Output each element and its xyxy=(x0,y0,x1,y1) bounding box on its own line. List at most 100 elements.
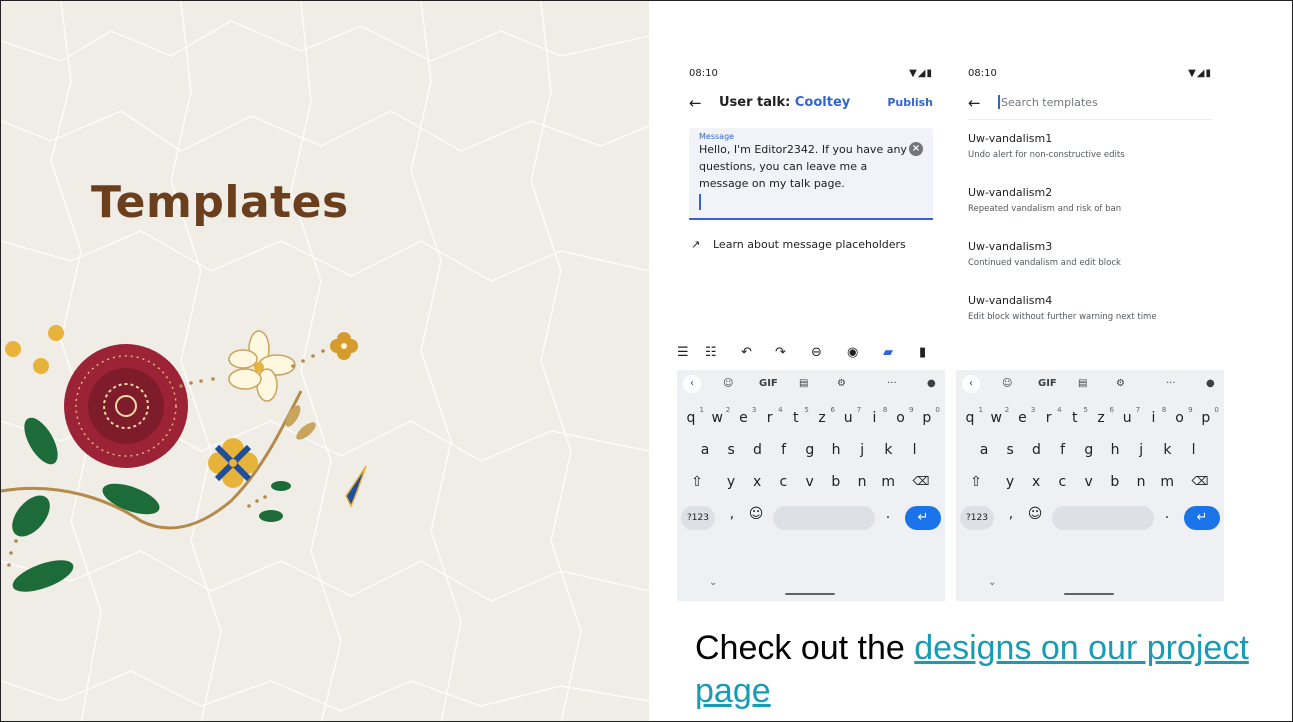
chevron-left-icon[interactable]: ‹ xyxy=(962,375,980,393)
key-s[interactable]: s xyxy=(723,442,739,458)
key-a[interactable]: a xyxy=(697,442,713,458)
key-f[interactable]: f xyxy=(1055,442,1071,458)
key-d[interactable]: d xyxy=(1028,442,1044,458)
key-h[interactable]: h xyxy=(828,442,844,458)
key-n[interactable]: n xyxy=(1133,474,1149,490)
key-e[interactable]: e3 xyxy=(735,406,756,426)
preview-icon[interactable]: ◉ xyxy=(847,345,858,360)
key-r[interactable]: r4 xyxy=(762,406,783,426)
nav-handle[interactable] xyxy=(1064,593,1114,595)
emoji-icon[interactable]: ☺ xyxy=(1026,506,1044,522)
redo-icon[interactable]: ↷ xyxy=(775,345,786,360)
key-q[interactable]: q1 xyxy=(683,406,704,426)
chevron-down-icon[interactable]: ⌄ xyxy=(709,577,717,588)
key-c[interactable]: c xyxy=(1054,474,1070,490)
key-j[interactable]: j xyxy=(1133,442,1149,458)
key-k[interactable]: k xyxy=(880,442,896,458)
comma-key[interactable]: , xyxy=(1004,506,1018,522)
link-icon[interactable]: ⊖ xyxy=(811,345,822,360)
key-d[interactable]: d xyxy=(749,442,765,458)
key-i[interactable]: i8 xyxy=(1145,406,1166,426)
shift-icon[interactable]: ⇧ xyxy=(687,474,707,490)
key-i[interactable]: i8 xyxy=(866,406,887,426)
key-p[interactable]: p0 xyxy=(919,406,939,426)
learn-link[interactable]: ↗ Learn about message placeholders xyxy=(691,238,906,251)
template-icon[interactable]: ▰ xyxy=(883,345,893,360)
more-icon[interactable]: ··· xyxy=(1166,378,1176,389)
key-t[interactable]: t5 xyxy=(788,406,809,426)
clipboard-icon[interactable]: ▤ xyxy=(799,378,808,389)
key-y[interactable]: y xyxy=(723,474,739,490)
message-text[interactable]: Hello, I'm Editor2342. If you have any q… xyxy=(699,141,907,192)
gif-button[interactable]: GIF xyxy=(1038,378,1057,389)
undo-icon[interactable]: ↶ xyxy=(741,345,752,360)
clear-icon[interactable]: × xyxy=(909,142,923,156)
key-u[interactable]: u7 xyxy=(840,406,861,426)
key-v[interactable]: v xyxy=(802,474,818,490)
key-g[interactable]: g xyxy=(1081,442,1097,458)
space-key[interactable] xyxy=(773,506,875,530)
emoji-icon[interactable]: ☺ xyxy=(747,506,765,522)
save-icon[interactable]: ▮ xyxy=(919,345,926,360)
key-u[interactable]: u7 xyxy=(1119,406,1140,426)
gear-icon[interactable]: ⚙ xyxy=(837,378,846,389)
key-b[interactable]: b xyxy=(1107,474,1123,490)
template-item[interactable]: Uw-vandalism1 Undo alert for non-construc… xyxy=(968,132,1212,160)
key-x[interactable]: x xyxy=(749,474,765,490)
period-key[interactable]: . xyxy=(881,506,895,522)
template-item[interactable]: Uw-vandalism2 Repeated vandalism and risk… xyxy=(968,186,1212,214)
key-m[interactable]: m xyxy=(1159,474,1175,490)
key-t[interactable]: t5 xyxy=(1067,406,1088,426)
shift-icon[interactable]: ⇧ xyxy=(966,474,986,490)
period-key[interactable]: . xyxy=(1160,506,1174,522)
key-a[interactable]: a xyxy=(976,442,992,458)
key-m[interactable]: m xyxy=(880,474,896,490)
num-key[interactable]: ?123 xyxy=(681,506,715,530)
sticker-icon[interactable]: ☺ xyxy=(723,378,733,389)
arrow-left-icon[interactable]: ← xyxy=(689,94,702,112)
key-g[interactable]: g xyxy=(802,442,818,458)
numbered-list-icon[interactable]: ☷ xyxy=(705,345,717,360)
key-w[interactable]: w2 xyxy=(709,406,730,426)
sticker-icon[interactable]: ☺ xyxy=(1002,378,1012,389)
key-j[interactable]: j xyxy=(854,442,870,458)
key-k[interactable]: k xyxy=(1159,442,1175,458)
chevron-left-icon[interactable]: ‹ xyxy=(683,375,701,393)
backspace-icon[interactable]: ⌫ xyxy=(1188,474,1212,488)
key-o[interactable]: o9 xyxy=(1172,406,1192,426)
template-item[interactable]: Uw-vandalism4 Edit block without further … xyxy=(968,294,1212,322)
key-e[interactable]: e3 xyxy=(1014,406,1035,426)
message-field[interactable]: Message Hello, I'm Editor2342. If you ha… xyxy=(689,128,933,220)
comma-key[interactable]: , xyxy=(725,506,739,522)
key-r[interactable]: r4 xyxy=(1041,406,1062,426)
key-y[interactable]: y xyxy=(1002,474,1018,490)
gif-button[interactable]: GIF xyxy=(759,378,778,389)
key-n[interactable]: n xyxy=(854,474,870,490)
publish-button[interactable]: Publish xyxy=(887,96,933,109)
key-q[interactable]: q1 xyxy=(962,406,983,426)
list-icon[interactable]: ☰ xyxy=(677,345,689,360)
search-input[interactable]: Search templates xyxy=(1001,96,1098,109)
user-link[interactable]: Cooltey xyxy=(795,95,850,110)
key-z[interactable]: z6 xyxy=(814,406,835,426)
num-key[interactable]: ?123 xyxy=(960,506,994,530)
chevron-down-icon[interactable]: ⌄ xyxy=(988,577,996,588)
backspace-icon[interactable]: ⌫ xyxy=(909,474,933,488)
key-x[interactable]: x xyxy=(1028,474,1044,490)
key-z[interactable]: z6 xyxy=(1093,406,1114,426)
gear-icon[interactable]: ⚙ xyxy=(1116,378,1125,389)
mic-icon[interactable]: ● xyxy=(927,378,936,389)
key-v[interactable]: v xyxy=(1081,474,1097,490)
clipboard-icon[interactable]: ▤ xyxy=(1078,378,1087,389)
key-b[interactable]: b xyxy=(828,474,844,490)
key-p[interactable]: p0 xyxy=(1198,406,1218,426)
enter-icon[interactable]: ↵ xyxy=(905,506,941,530)
enter-icon[interactable]: ↵ xyxy=(1184,506,1220,530)
key-w[interactable]: w2 xyxy=(988,406,1009,426)
template-item[interactable]: Uw-vandalism3 Continued vandalism and edi… xyxy=(968,240,1212,268)
key-l[interactable]: l xyxy=(907,442,923,458)
more-icon[interactable]: ··· xyxy=(887,378,897,389)
key-h[interactable]: h xyxy=(1107,442,1123,458)
mic-icon[interactable]: ● xyxy=(1206,378,1215,389)
key-f[interactable]: f xyxy=(776,442,792,458)
